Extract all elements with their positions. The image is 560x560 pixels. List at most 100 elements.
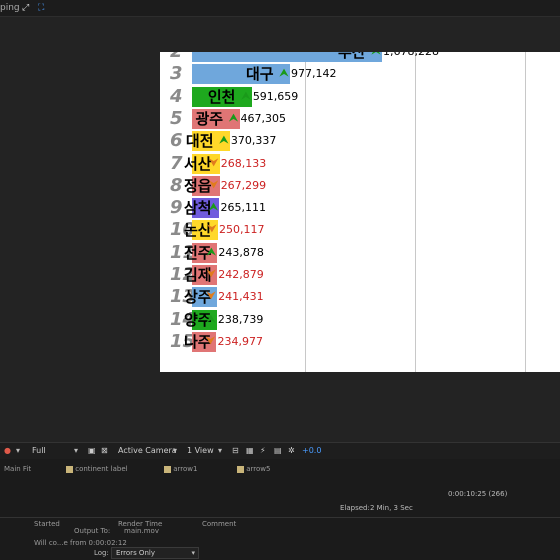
layer-item[interactable]: arrow1: [164, 465, 197, 473]
value-label: 265,111: [220, 201, 266, 215]
trend-up-icon: ⮝: [206, 313, 216, 325]
trend-down-icon: ⮟: [207, 224, 217, 236]
value-label: 977,142: [291, 67, 337, 81]
trend-down-icon: ⮟: [206, 335, 215, 347]
expand-icon[interactable]: ⛶: [38, 0, 44, 16]
layer-label: continent label: [75, 465, 128, 473]
rank-label: 3: [170, 63, 183, 85]
chart-row: 6 대전 ⮝ 370,337: [160, 130, 560, 152]
chart-row: 7 서산 ⮟ 268,133: [160, 153, 560, 175]
chart-row: 13 상주 ⮟ 241,431: [160, 286, 560, 308]
column-comment[interactable]: Comment: [202, 520, 236, 528]
chevron-down-icon[interactable]: ▾: [173, 443, 177, 459]
value-label: 591,659: [252, 89, 299, 103]
layer-color-swatch: [237, 465, 244, 473]
rank-label: 5: [170, 107, 183, 129]
chart-row: 10 논산 ⮟ 250,117: [160, 219, 560, 241]
mode-label: ping: [0, 3, 20, 13]
value-label: 1,678,228: [383, 52, 439, 63]
city-label: 대구: [246, 65, 274, 84]
divider: [0, 517, 560, 518]
chart-row: 9 삼척 ⮝ 265,111: [160, 197, 560, 219]
trend-up-icon: ⮝: [279, 68, 289, 80]
value-label: 238,739: [217, 312, 264, 326]
trend-down-icon: ⮟: [209, 157, 219, 169]
layer-label: arrow5: [246, 465, 271, 473]
rank-label: 2: [170, 52, 194, 63]
log-select[interactable]: Errors Only ▾: [111, 547, 199, 559]
city-label: 부산: [338, 52, 366, 61]
city-label: 서산: [184, 154, 212, 173]
chart-row: 15 나주 ⮟ 234,977: [160, 331, 560, 353]
rank-label: 4: [170, 85, 183, 107]
viewer-toolbar: ● ▾ Full ▾ ▣ ⊠ Active Camera ▾ 1 View ▾ …: [0, 442, 560, 459]
chart-row: 12 김제 ⮟ 242,879: [160, 264, 560, 286]
fast-preview-icon[interactable]: ⚡: [260, 443, 266, 459]
chevron-down-icon: ▾: [191, 549, 195, 557]
chevron-down-icon[interactable]: ▾: [74, 443, 78, 459]
chart-row: 4 인천 ⮝ 591,659: [160, 86, 560, 108]
layer-item[interactable]: continent label: [66, 465, 128, 473]
transparency-icon[interactable]: ⊠: [101, 443, 108, 459]
view-select[interactable]: 1 View: [187, 443, 214, 459]
elapsed-label: Elapsed:: [340, 504, 370, 512]
chart-row: 3 대구 ⮝ 977,142: [160, 63, 560, 85]
trend-down-icon: ⮟: [206, 291, 216, 303]
trend-up-icon: ⮝: [241, 90, 251, 102]
log-select-value: Errors Only: [116, 549, 155, 557]
city-label: 대전: [185, 132, 214, 151]
composition-viewer[interactable]: 2부산⮝1,678,2283대구⮝977,1424인천⮝591,6595광주⮝4…: [0, 17, 560, 442]
timeline-icon[interactable]: ▤: [274, 443, 282, 459]
trend-up-icon: ⮝: [229, 112, 238, 124]
chart-row: 5 광주 ⮝ 467,305: [160, 108, 560, 130]
grid-icon[interactable]: ▦: [246, 443, 254, 459]
value-label: 268,133: [220, 156, 267, 170]
value-label: 242,879: [218, 268, 264, 281]
value-label: 467,305: [240, 111, 287, 125]
snap-icon[interactable]: ⤢: [22, 0, 29, 16]
trend-down-icon: ⮟: [207, 269, 216, 280]
chevron-down-icon[interactable]: ▾: [218, 443, 222, 459]
elapsed-value: 2 Min, 3 Sec: [370, 504, 413, 512]
chart-canvas: 2부산⮝1,678,2283대구⮝977,1424인천⮝591,6595광주⮝4…: [160, 52, 560, 372]
city-label: 삼척: [184, 199, 212, 218]
output-file[interactable]: main.mov: [124, 527, 159, 535]
timecode: 0:00:10:25 (266): [448, 490, 508, 498]
output-label: Output To:: [74, 527, 111, 535]
color-icon[interactable]: ●: [4, 443, 11, 459]
chart-row: 2 부산 ⮝1,678,228: [160, 52, 560, 63]
layer-label: arrow1: [173, 465, 198, 473]
value-label: 370,337: [230, 134, 277, 148]
value-label: 267,299: [220, 178, 267, 192]
chart-row: 11 전주 ⮝ 243,878: [160, 242, 560, 264]
trend-up-icon: ⮝: [371, 52, 381, 58]
city-label: 정읍: [184, 176, 212, 195]
column-started[interactable]: Started: [34, 520, 60, 528]
top-toolbar: ping ⤢ ⛶: [0, 0, 560, 17]
trend-up-icon: ⮝: [209, 202, 218, 214]
value-label: 241,431: [218, 290, 264, 304]
resolution-select[interactable]: Full: [32, 443, 46, 459]
flowchart-icon[interactable]: ✲: [288, 443, 295, 459]
status-text: Will co...e from 0:00:02:12: [34, 539, 127, 547]
layer-color-swatch: [66, 465, 73, 473]
camera-select[interactable]: Active Camera: [118, 443, 177, 459]
city-label: 광주: [195, 109, 224, 128]
trend-up-icon: ⮝: [207, 246, 216, 258]
exposure-value[interactable]: +0.0: [302, 443, 321, 459]
log-label: Log:: [94, 549, 109, 557]
chevron-down-icon[interactable]: ▾: [16, 443, 20, 459]
layer-color-swatch: [164, 465, 171, 473]
layer-item[interactable]: arrow5: [237, 465, 270, 473]
chart-row: 8 정읍 ⮟ 267,299: [160, 175, 560, 197]
value-label: 243,878: [218, 245, 264, 259]
trend-down-icon: ⮟: [209, 179, 218, 191]
chart-row: 14 양주 ⮝ 238,739: [160, 309, 560, 331]
region-icon[interactable]: ▣: [88, 443, 96, 459]
timeline-panel: Main Fit continent label arrow1 arrow5 0…: [0, 459, 560, 560]
value-label: 250,117: [218, 223, 265, 237]
layout-icon[interactable]: ⊟: [232, 443, 239, 459]
comp-name: Main Fit: [4, 465, 32, 473]
bar: [192, 64, 290, 85]
city-label: 인천: [207, 87, 236, 106]
